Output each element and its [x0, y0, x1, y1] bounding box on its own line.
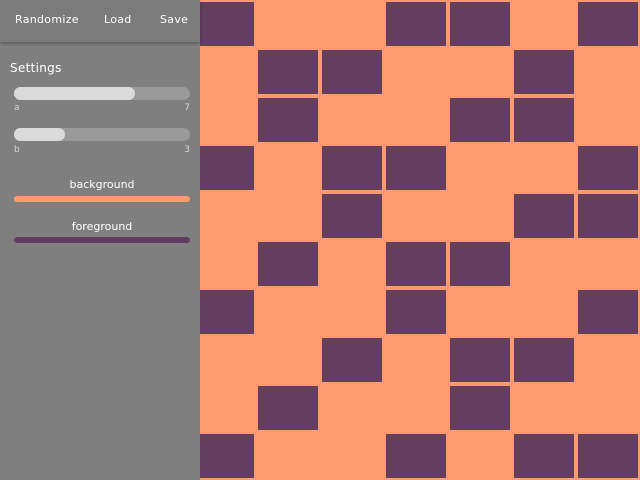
pattern-cell	[386, 242, 446, 286]
pattern-cell	[200, 2, 254, 46]
pattern-cell	[322, 50, 382, 94]
pattern-cell	[258, 98, 318, 142]
pattern-cell	[258, 242, 318, 286]
slider-b[interactable]	[14, 128, 190, 141]
pattern-cell	[450, 242, 510, 286]
slider-a-value: 7	[184, 103, 190, 113]
pattern-cell	[322, 194, 382, 238]
pattern-cell	[578, 290, 638, 334]
pattern-cell	[514, 50, 574, 94]
background-color-swatch[interactable]	[14, 196, 190, 202]
foreground-color-label: foreground	[71, 220, 133, 233]
load-button[interactable]: Load	[104, 13, 132, 26]
pattern-cell	[514, 194, 574, 238]
slider-a-fill	[14, 87, 136, 100]
pattern-cell	[514, 98, 574, 142]
slider-b-value: 3	[184, 145, 190, 155]
randomize-button[interactable]: Randomize	[15, 13, 79, 26]
pattern-cell	[386, 146, 446, 190]
pattern-cell	[578, 2, 638, 46]
pattern-cell	[386, 290, 446, 334]
pattern-cell	[258, 50, 318, 94]
pattern-cell	[450, 338, 510, 382]
pattern-cell	[200, 290, 254, 334]
pattern-cell	[322, 146, 382, 190]
slider-a-label: a	[14, 103, 20, 113]
pattern-cell	[578, 434, 638, 478]
pattern-cell	[578, 194, 638, 238]
pattern-cell	[450, 386, 510, 430]
pattern-cell	[258, 386, 318, 430]
pattern-canvas	[200, 0, 640, 480]
slider-a[interactable]	[14, 87, 190, 100]
pattern-cell	[514, 338, 574, 382]
pattern-cell	[578, 146, 638, 190]
slider-b-label: b	[14, 145, 20, 155]
toolbar: Randomize Load Save	[0, 0, 200, 42]
pattern-cell	[514, 434, 574, 478]
pattern-cell	[386, 434, 446, 478]
save-button[interactable]: Save	[160, 13, 188, 26]
pattern-cell	[386, 2, 446, 46]
slider-b-fill	[14, 128, 66, 141]
pattern-cell	[322, 338, 382, 382]
background-color-label: background	[69, 178, 135, 191]
foreground-color-swatch[interactable]	[14, 237, 190, 243]
pattern-cell	[450, 98, 510, 142]
pattern-cell	[450, 2, 510, 46]
pattern-cell	[200, 434, 254, 478]
settings-title: Settings	[10, 61, 62, 75]
settings-panel: Randomize Load Save Settings a 7 b 3 bac…	[0, 0, 200, 480]
